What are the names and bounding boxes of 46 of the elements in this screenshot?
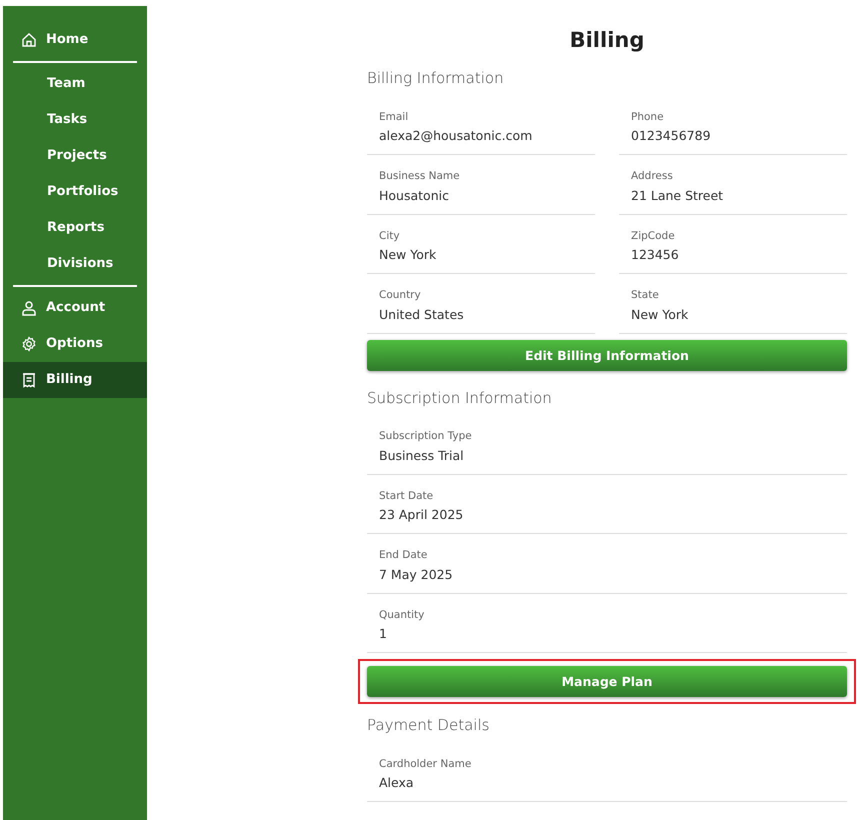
field-value: 123456 — [631, 246, 679, 264]
sidebar-item[interactable]: Tasks — [3, 102, 88, 138]
action-button[interactable]: Manage Plan — [358, 659, 856, 704]
sidebar-item[interactable]: Projects — [3, 138, 107, 174]
field-label: Subscription Type — [379, 429, 472, 444]
field-label: End Date — [379, 548, 428, 564]
field-label: City — [379, 228, 400, 244]
person-icon — [21, 300, 37, 316]
field-value: 1 — [379, 625, 387, 644]
sidebar-item[interactable]: Portfolios — [3, 174, 118, 210]
sidebar-item[interactable]: Options — [3, 326, 103, 362]
field-label: Country — [379, 288, 421, 304]
field-label: Business Name — [379, 169, 460, 184]
section-heading: Payment Details — [367, 716, 490, 734]
field-value: United States — [379, 306, 464, 324]
sidebar-item[interactable]: Billing — [3, 362, 147, 398]
field-value: New York — [631, 306, 688, 324]
field-value: Housatonic — [379, 186, 449, 205]
field-value: 0123456789 — [631, 127, 711, 146]
field-value: 23 April 2025 — [379, 506, 464, 524]
field-value: Business Trial — [379, 446, 464, 465]
field-label: Quantity — [379, 608, 424, 623]
field-label: Email — [379, 110, 408, 125]
field-label: Address — [631, 169, 673, 184]
page-title: Billing — [570, 28, 644, 54]
field-label: Phone — [631, 110, 664, 125]
field-value: 21 Lane Street — [631, 186, 724, 205]
sidebar-item[interactable]: Account — [3, 290, 106, 326]
field-value: Alexa — [379, 774, 414, 792]
section-heading: Billing Information — [367, 69, 504, 88]
section-heading: Subscription Information — [367, 388, 552, 407]
field-value: New York — [379, 246, 436, 264]
receipt-icon — [21, 372, 37, 388]
action-button[interactable]: Edit Billing Information — [367, 340, 847, 371]
field-label: Start Date — [379, 488, 434, 504]
field-label: ZipCode — [631, 228, 675, 244]
sidebar-item[interactable]: Team — [3, 66, 86, 102]
field-label: State — [631, 288, 659, 304]
sidebar-item[interactable]: Divisions — [3, 246, 114, 282]
sidebar-item[interactable]: Reports — [3, 210, 104, 246]
gear-icon — [21, 336, 37, 352]
field-value: alexa2@housatonic.com — [379, 127, 532, 146]
sidebar-item[interactable]: Home — [3, 22, 88, 58]
field-label: Cardholder Name — [379, 756, 472, 772]
home-icon — [21, 32, 37, 48]
field-value: 7 May 2025 — [379, 566, 453, 584]
